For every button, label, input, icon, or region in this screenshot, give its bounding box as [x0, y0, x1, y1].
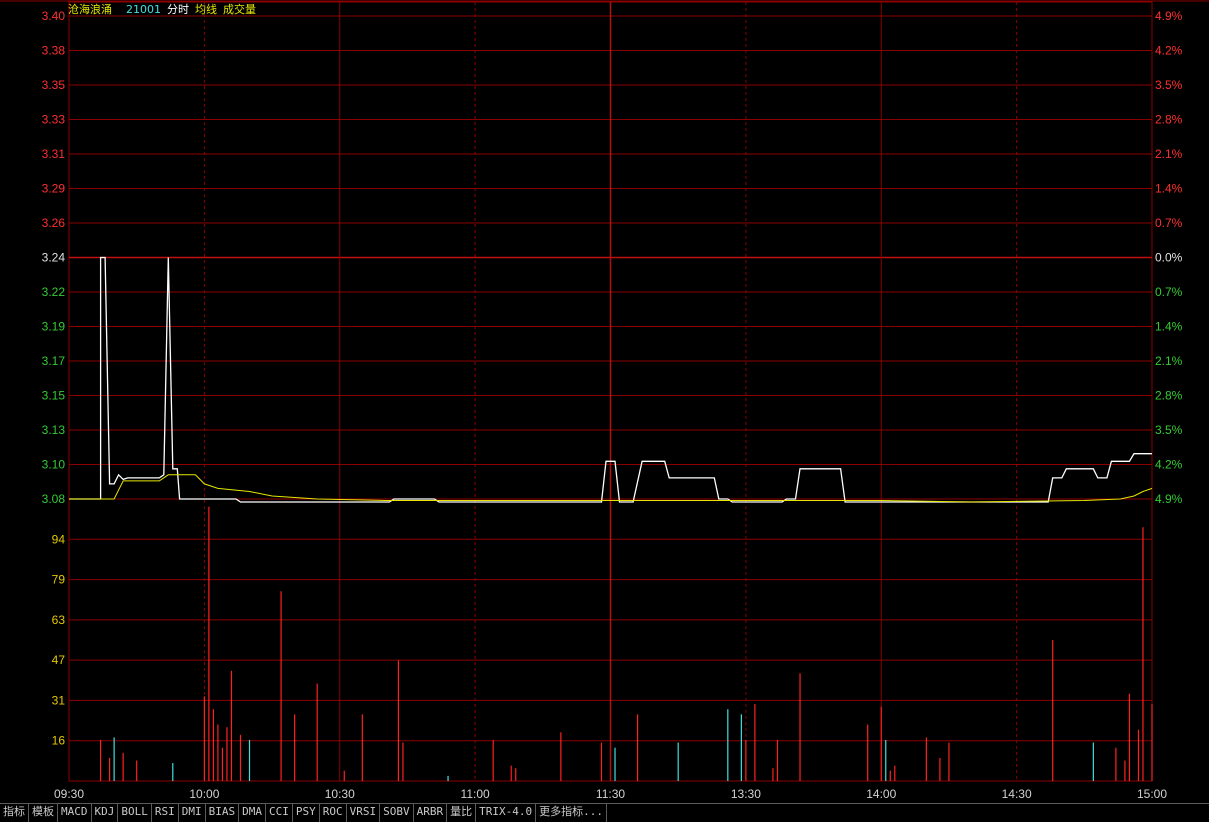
percent-axis-right: 4.9% 4.2% 3.5% 2.8% 2.1% 1.4% 0.7% 0.0% 0.7% 1.4%… [1155, 9, 1183, 506]
time-tick-label: 15:00 [1137, 787, 1167, 801]
percent-tick-label: 3.5% [1155, 78, 1183, 92]
volume-tick-label: 63 [52, 613, 66, 627]
indicator-tab[interactable]: BOLL [118, 804, 152, 822]
legend-item-price[interactable]: 分时 [167, 3, 189, 16]
percent-tick-label: 2.8% [1155, 113, 1183, 127]
price-tick-label: 3.26 [42, 216, 66, 230]
percent-tick-label: 0.7% [1155, 216, 1183, 230]
indicator-tab[interactable]: PSY [293, 804, 320, 822]
percent-tick-label: 1.4% [1155, 182, 1183, 196]
stock-code: 21001 [126, 3, 161, 16]
price-tick-label: 3.10 [42, 458, 66, 472]
indicator-tab[interactable]: TRIX-4.0 [476, 804, 537, 822]
indicator-tab[interactable]: MACD [58, 804, 92, 822]
volume-tick-label: 16 [52, 734, 66, 748]
legend-item-average[interactable]: 均线 [195, 2, 217, 16]
price-tick-label: 3.22 [42, 285, 66, 299]
indicator-tab[interactable]: DMA [239, 804, 266, 822]
price-tick-label: 3.24 [42, 251, 66, 265]
indicator-tab[interactable]: ARBR [414, 804, 448, 822]
price-tick-label: 3.35 [42, 78, 66, 92]
indicator-tab[interactable]: 指标 [0, 804, 29, 822]
indicator-tab[interactable]: BIAS [206, 804, 240, 822]
indicator-tab-bar: 指标 模板 MACD KDJ BOLL RSI DMI BIAS DMA CCI PSY ROC VRS… [0, 803, 1209, 822]
legend-item-volume[interactable]: 成交量 [223, 2, 256, 16]
percent-tick-label: 2.1% [1155, 147, 1183, 161]
percent-tick-label: 4.9% [1155, 9, 1183, 23]
price-tick-label: 3.08 [42, 492, 66, 506]
indicator-tab[interactable]: RSI [152, 804, 179, 822]
percent-tick-label: 4.9% [1155, 492, 1183, 506]
indicator-tab[interactable]: SOBV [380, 804, 414, 822]
price-tick-label: 3.31 [42, 147, 66, 161]
stock-name: 沧海浪涌 [68, 2, 112, 16]
volume-tick-label: 79 [52, 573, 66, 587]
indicator-tab[interactable]: KDJ [92, 804, 119, 822]
intraday-chart[interactable]: 3.40 3.38 3.35 3.33 3.31 3.29 3.26 3.24 3.22 3.19… [0, 0, 1209, 803]
percent-tick-label: 0.0% [1155, 251, 1183, 265]
price-tick-label: 3.38 [42, 44, 66, 58]
percent-tick-label: 0.7% [1155, 285, 1183, 299]
volume-tick-label: 94 [52, 532, 66, 546]
percent-tick-label: 4.2% [1155, 44, 1183, 58]
indicator-tab[interactable]: DMI [179, 804, 206, 822]
time-tick-label: 11:30 [596, 787, 625, 801]
time-tick-label: 13:30 [731, 787, 761, 801]
volume-tick-label: 47 [52, 653, 66, 667]
time-tick-label: 14:00 [866, 787, 896, 801]
chart-background [0, 0, 1209, 803]
price-tick-label: 3.40 [42, 9, 66, 23]
indicator-tab[interactable]: 量比 [447, 804, 477, 822]
indicator-tab[interactable]: 更多指标... [536, 804, 607, 822]
price-tick-label: 3.17 [42, 354, 66, 368]
percent-tick-label: 2.8% [1155, 389, 1183, 403]
percent-tick-label: 4.2% [1155, 458, 1183, 472]
time-tick-label: 14:30 [1002, 787, 1032, 801]
price-axis-left: 3.40 3.38 3.35 3.33 3.31 3.29 3.26 3.24 3.22 3.19… [42, 9, 66, 506]
indicator-tab[interactable]: VRSI [347, 804, 381, 822]
time-tick-label: 10:30 [325, 787, 355, 801]
time-tick-label: 09:30 [54, 787, 84, 801]
time-tick-label: 11:00 [461, 787, 490, 801]
price-tick-label: 3.19 [42, 320, 66, 334]
percent-tick-label: 1.4% [1155, 320, 1183, 334]
indicator-tab[interactable]: CCI [266, 804, 293, 822]
percent-tick-label: 3.5% [1155, 423, 1183, 437]
price-tick-label: 3.29 [42, 182, 66, 196]
price-tick-label: 3.33 [42, 113, 66, 127]
price-tick-label: 3.15 [42, 389, 66, 403]
percent-tick-label: 2.1% [1155, 354, 1183, 368]
indicator-tab[interactable]: ROC [320, 804, 347, 822]
volume-tick-label: 31 [52, 693, 66, 707]
price-tick-label: 3.13 [42, 423, 66, 437]
time-tick-label: 10:00 [189, 787, 219, 801]
indicator-tab[interactable]: 模板 [29, 804, 58, 822]
